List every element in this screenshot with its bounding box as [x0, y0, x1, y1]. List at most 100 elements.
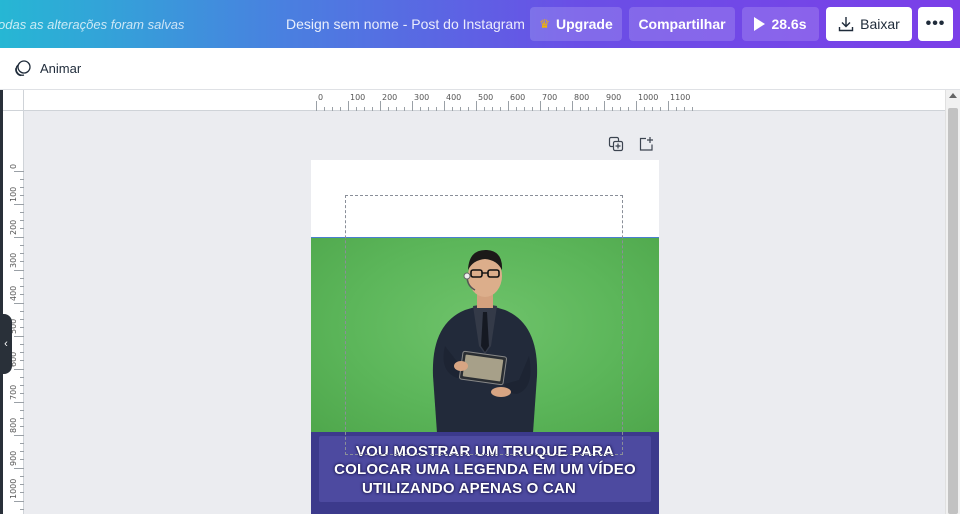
- ruler-tick-label: 900: [606, 93, 622, 102]
- caption-line-2[interactable]: COLOCAR UMA LEGENDA EM UM VÍDEO: [311, 461, 659, 478]
- share-label: Compartilhar: [638, 16, 726, 32]
- ruler-tick: [14, 171, 24, 172]
- document-title[interactable]: Design sem nome - Post do Instagram: [286, 16, 525, 32]
- ruler-tick: [572, 101, 573, 111]
- ruler-tick-label: 1000: [9, 478, 18, 499]
- ruler-tick: [556, 107, 557, 111]
- green-screen-video[interactable]: [311, 237, 659, 433]
- presenter-video-frame: [432, 249, 538, 433]
- ruler-tick: [476, 101, 477, 111]
- ruler-tick: [444, 101, 445, 111]
- scroll-up-arrow-icon[interactable]: [949, 93, 957, 98]
- ruler-tick: [396, 107, 397, 111]
- top-bar: odas as alterações foram salvas Design s…: [0, 0, 960, 48]
- share-button[interactable]: Compartilhar: [629, 7, 735, 41]
- ruler-tick: [332, 107, 333, 111]
- chevron-left-icon: ‹: [4, 338, 8, 350]
- ruler-tick: [324, 107, 325, 111]
- vertical-ruler: 0 100 200 300 400 500 600 700 800 900 1000: [3, 111, 24, 514]
- ruler-tick-label: 0: [9, 163, 18, 169]
- scroll-thumb[interactable]: [948, 108, 958, 514]
- ruler-tick-label: 0: [318, 93, 324, 102]
- ruler-tick: [652, 107, 653, 111]
- ruler-tick: [532, 107, 533, 111]
- ruler-corner: [3, 90, 24, 111]
- ruler-tick: [20, 212, 24, 213]
- ruler-tick: [20, 294, 24, 295]
- add-page-icon[interactable]: [638, 136, 654, 152]
- ruler-tick-label: 100: [350, 93, 366, 102]
- ruler-tick-label: 800: [574, 93, 590, 102]
- ruler-tick-label: 200: [9, 219, 18, 235]
- ruler-tick: [20, 393, 24, 394]
- ruler-tick-label: 700: [9, 384, 18, 400]
- ruler-tick-label: 800: [9, 417, 18, 433]
- ruler-tick-label: 400: [9, 285, 18, 301]
- ruler-tick: [14, 402, 24, 403]
- ruler-tick-label: 600: [510, 93, 526, 102]
- ruler-tick: [604, 101, 605, 111]
- ruler-tick: [20, 492, 24, 493]
- ruler-tick: [468, 107, 469, 111]
- ruler-tick: [348, 101, 349, 111]
- ruler-tick: [596, 107, 597, 111]
- ruler-tick: [524, 107, 525, 111]
- ruler-tick: [14, 435, 24, 436]
- ruler-tick: [20, 426, 24, 427]
- ruler-tick: [356, 107, 357, 111]
- ruler-tick: [14, 270, 24, 271]
- ruler-tick: [516, 107, 517, 111]
- ruler-tick-label: 400: [446, 93, 462, 102]
- ruler-tick: [620, 107, 621, 111]
- ruler-tick: [14, 237, 24, 238]
- play-button[interactable]: 28.6s: [742, 7, 819, 41]
- ruler-tick: [316, 101, 317, 111]
- ruler-tick: [20, 286, 24, 287]
- ruler-tick-label: 1000: [638, 93, 659, 102]
- ruler-tick: [660, 107, 661, 111]
- ruler-tick: [20, 319, 24, 320]
- caption-line-1[interactable]: VOU MOSTRAR UM TRUQUE PARA: [311, 443, 659, 460]
- animate-icon: [15, 60, 31, 77]
- download-button[interactable]: Baixar: [826, 7, 912, 41]
- ruler-tick: [484, 107, 485, 111]
- ruler-tick: [404, 107, 405, 111]
- ruler-tick: [364, 107, 365, 111]
- ruler-tick: [412, 101, 413, 111]
- ruler-tick: [492, 107, 493, 111]
- ruler-tick: [20, 484, 24, 485]
- more-options-button[interactable]: •••: [918, 7, 953, 41]
- vertical-scrollbar[interactable]: [945, 90, 960, 514]
- ruler-tick: [372, 107, 373, 111]
- ruler-tick: [14, 369, 24, 370]
- caption-bar[interactable]: VOU MOSTRAR UM TRUQUE PARA COLOCAR UMA L…: [311, 432, 659, 514]
- play-icon: [754, 17, 766, 31]
- upgrade-button[interactable]: ♛ Upgrade: [530, 7, 622, 41]
- ruler-tick: [20, 443, 24, 444]
- save-status: odas as alterações foram salvas: [0, 17, 185, 32]
- caption-line-3[interactable]: UTILIZANDO APENAS O CAN: [311, 480, 643, 497]
- animate-button[interactable]: Animar: [14, 59, 81, 77]
- ruler-tick: [20, 261, 24, 262]
- ruler-tick: [548, 107, 549, 111]
- ruler-tick-label: 200: [382, 93, 398, 102]
- ruler-tick: [20, 352, 24, 353]
- ruler-tick-label: 300: [414, 93, 430, 102]
- ruler-tick: [20, 220, 24, 221]
- duplicate-page-icon[interactable]: [608, 136, 624, 152]
- crown-icon: ♛: [539, 17, 550, 31]
- ruler-tick: [388, 107, 389, 111]
- ruler-tick: [14, 204, 24, 205]
- ruler-tick: [20, 451, 24, 452]
- ruler-tick: [20, 245, 24, 246]
- ruler-tick: [14, 336, 24, 337]
- ruler-tick: [380, 101, 381, 111]
- ruler-tick: [588, 107, 589, 111]
- design-page[interactable]: VOU MOSTRAR UM TRUQUE PARA COLOCAR UMA L…: [311, 160, 659, 514]
- ruler-tick: [20, 179, 24, 180]
- ruler-tick: [14, 468, 24, 469]
- ruler-tick: [20, 360, 24, 361]
- ruler-tick: [508, 101, 509, 111]
- ruler-tick: [684, 107, 685, 111]
- collapse-panel-button[interactable]: ‹: [0, 314, 12, 374]
